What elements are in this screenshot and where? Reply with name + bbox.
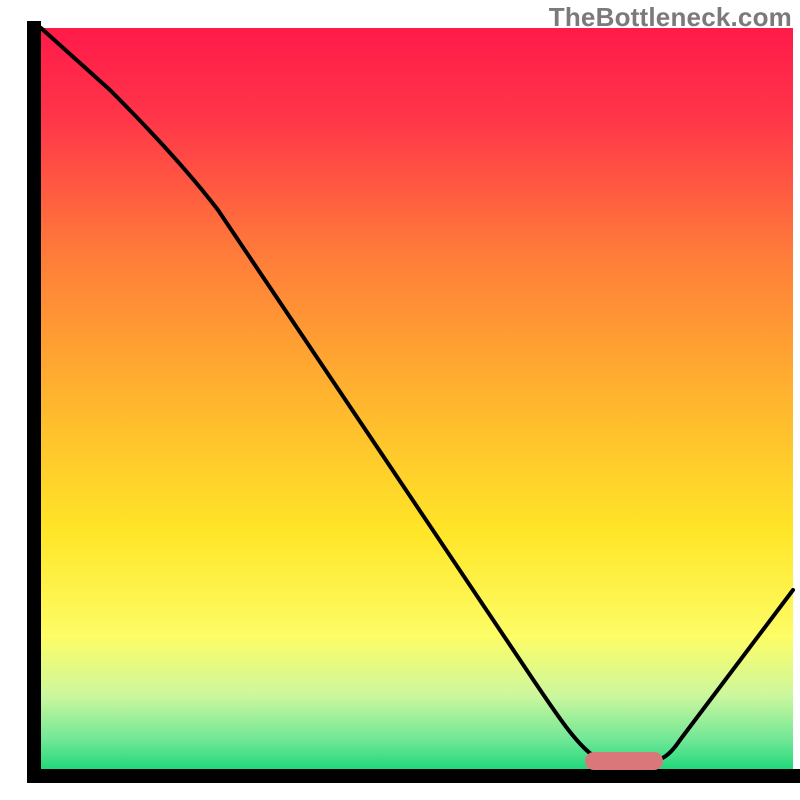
plot-background — [34, 28, 793, 770]
chart-svg — [0, 0, 800, 800]
chart-frame: TheBottleneck.com — [0, 0, 800, 800]
optimum-marker — [585, 752, 663, 770]
watermark-text: TheBottleneck.com — [549, 2, 792, 33]
